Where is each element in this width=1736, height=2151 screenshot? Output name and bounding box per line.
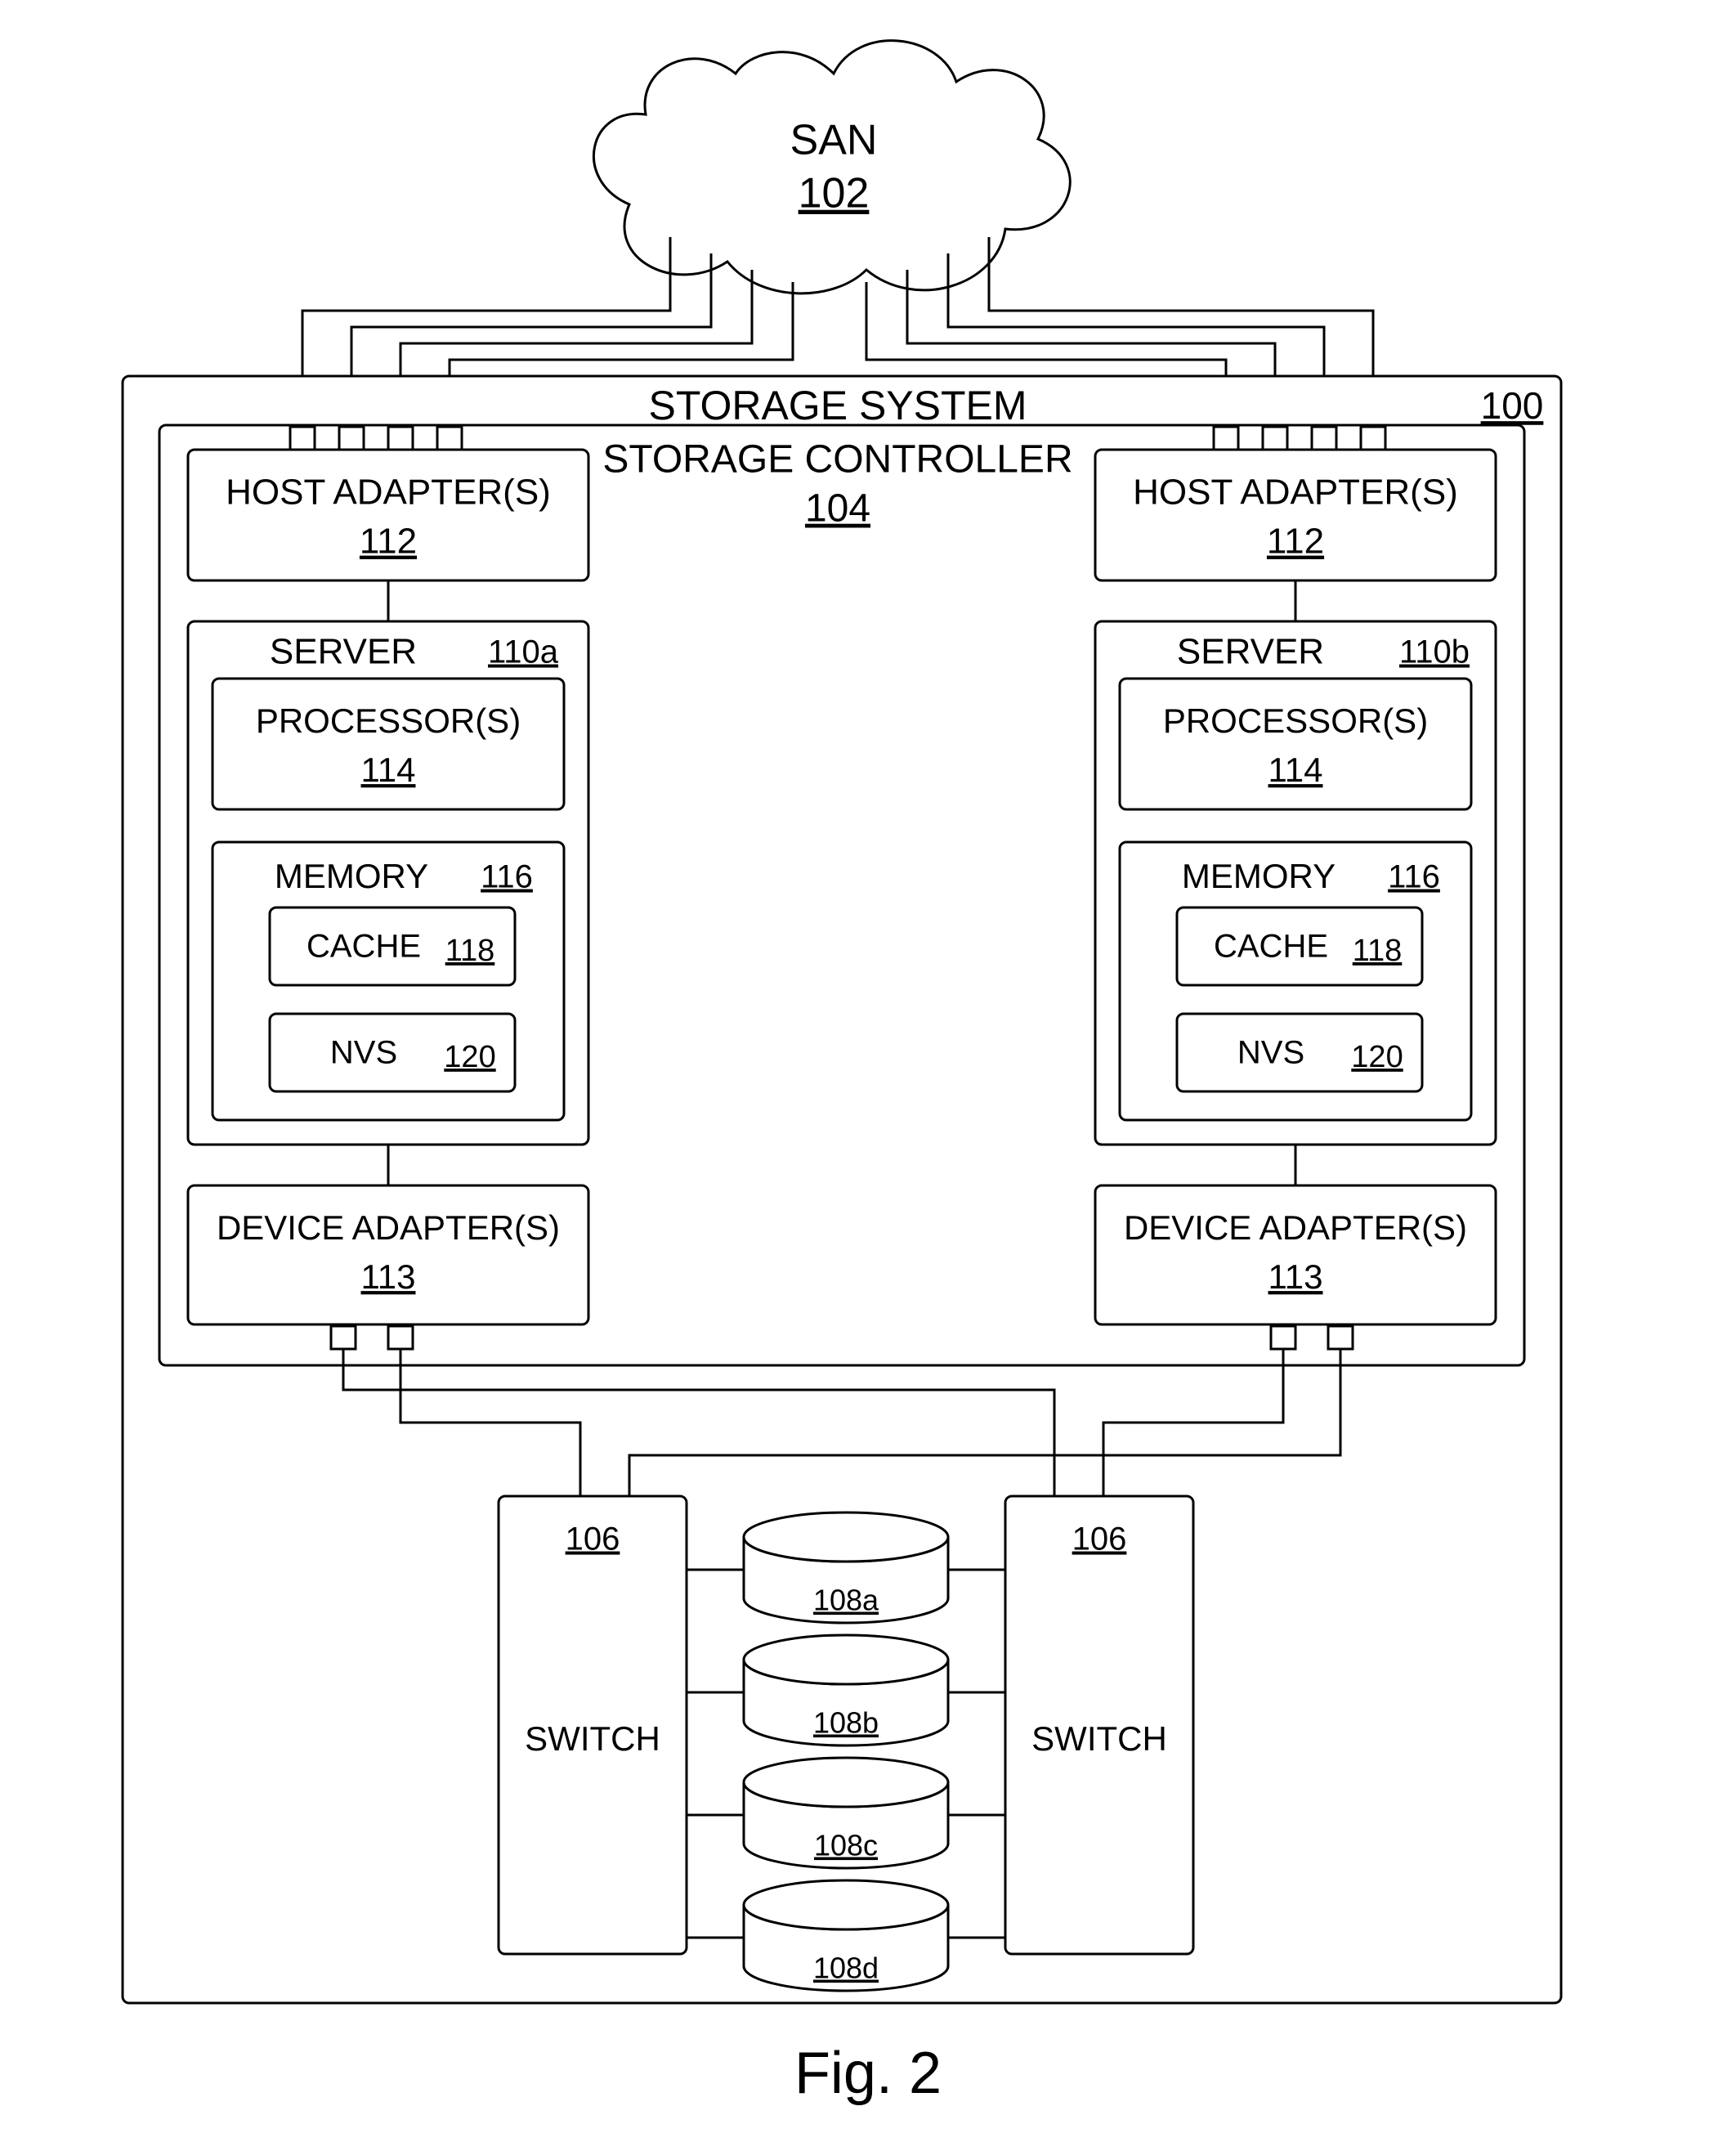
switch-right-label: SWITCH (1031, 1719, 1167, 1758)
device-adapter-right-ref: 113 (1268, 1257, 1323, 1296)
nvs-left-label: NVS (330, 1035, 397, 1071)
disk-108a: 108a (744, 1512, 948, 1623)
storage-controller-ref: 104 (805, 487, 870, 531)
host-adapter-left-ref: 112 (360, 522, 417, 562)
device-adapter-right-label: DEVICE ADAPTER(S) (1124, 1208, 1467, 1247)
switch-left-ref: 106 (566, 1521, 620, 1557)
nvs-right-ref: 120 (1351, 1040, 1403, 1074)
processor-left (213, 679, 564, 809)
server-right-label: SERVER (1177, 632, 1324, 672)
device-adapter-left-ref: 113 (361, 1257, 416, 1296)
device-adapter-right (1095, 1185, 1496, 1324)
processor-right-ref: 114 (1268, 751, 1323, 789)
disk-108c-ref: 108c (814, 1829, 878, 1862)
disk-108a-ref: 108a (813, 1584, 879, 1617)
switch-left-label: SWITCH (525, 1719, 660, 1758)
cache-left-ref: 118 (445, 934, 495, 968)
storage-controller-label: STORAGE CONTROLLER (602, 438, 1072, 482)
switch-right-ref: 106 (1072, 1521, 1127, 1557)
host-adapter-left-label: HOST ADAPTER(S) (226, 473, 551, 513)
cache-right-ref: 118 (1353, 934, 1403, 968)
device-adapter-left-label: DEVICE ADAPTER(S) (217, 1208, 560, 1247)
device-adapter-left (188, 1185, 588, 1324)
nvs-right-label: NVS (1237, 1035, 1304, 1071)
disk-108d: 108d (744, 1880, 948, 1991)
host-adapter-right-label: HOST ADAPTER(S) (1133, 473, 1458, 513)
san-cloud: SAN 102 (593, 41, 1070, 294)
figure-caption: Fig. 2 (794, 2041, 942, 2106)
disk-108c: 108c (744, 1758, 948, 1868)
storage-system-label: STORAGE SYSTEM (648, 383, 1027, 428)
processor-right (1120, 679, 1471, 809)
host-adapter-right-ref: 112 (1267, 522, 1324, 562)
disk-108b: 108b (744, 1635, 948, 1745)
memory-left-label: MEMORY (275, 857, 428, 895)
memory-right-ref: 116 (1388, 859, 1440, 895)
server-left-ref: 110a (488, 634, 559, 670)
disk-108b-ref: 108b (813, 1706, 879, 1740)
server-right-ref: 110b (1399, 634, 1470, 670)
nvs-left-ref: 120 (444, 1040, 495, 1074)
san-ref: 102 (799, 170, 870, 217)
diagram: SAN 102 STORAGE SYSTEM 100 STORAGE CONTR… (0, 0, 1736, 2151)
processor-left-label: PROCESSOR(S) (256, 701, 521, 740)
memory-left-ref: 116 (481, 859, 533, 895)
memory-right-label: MEMORY (1182, 857, 1336, 895)
server-left-label: SERVER (270, 632, 417, 672)
storage-system-ref: 100 (1481, 384, 1544, 427)
san-label: SAN (790, 117, 878, 164)
disk-108d-ref: 108d (813, 1952, 879, 1985)
processor-left-ref: 114 (361, 751, 416, 789)
cache-right-label: CACHE (1214, 929, 1328, 965)
cache-left-label: CACHE (306, 929, 421, 965)
processor-right-label: PROCESSOR(S) (1163, 701, 1428, 740)
